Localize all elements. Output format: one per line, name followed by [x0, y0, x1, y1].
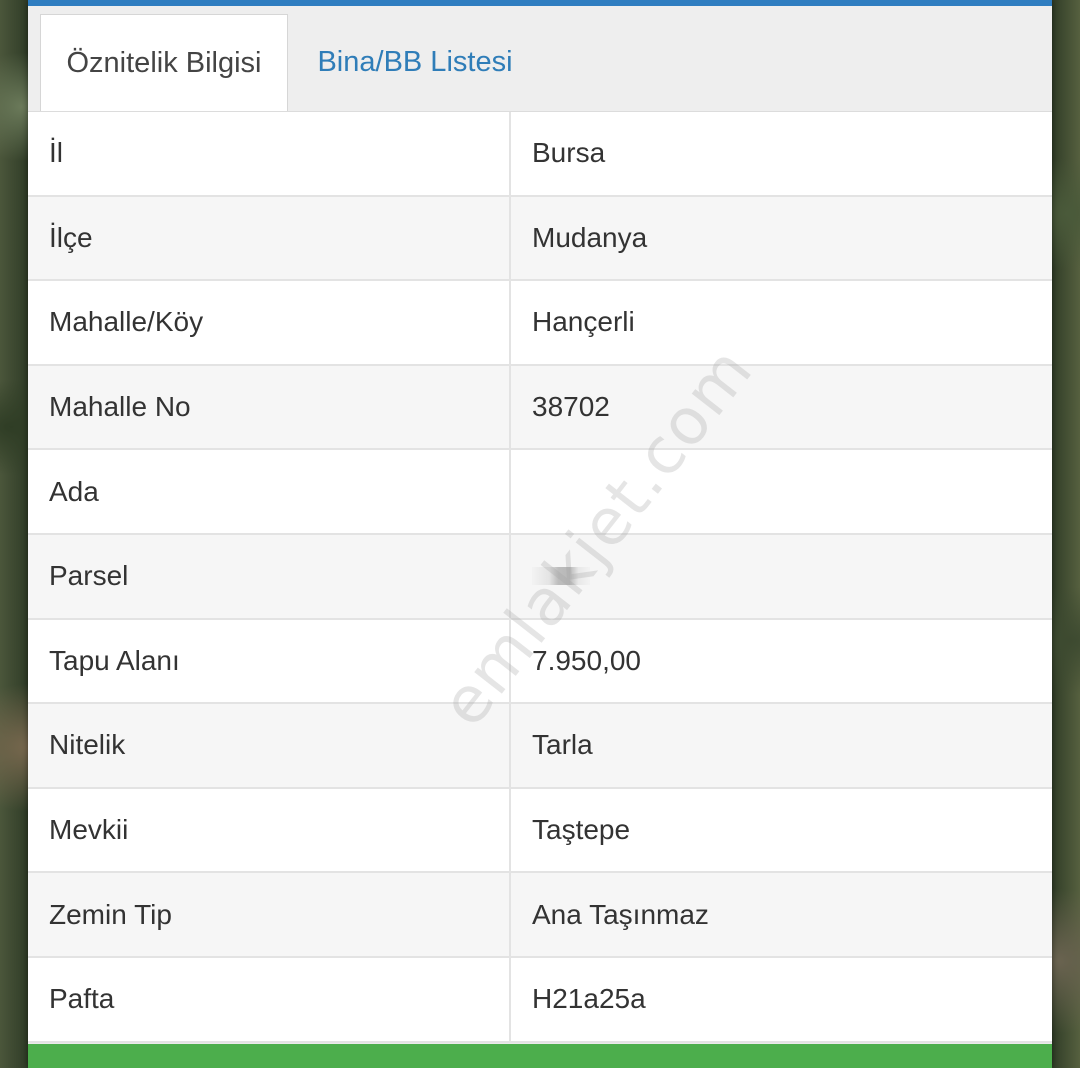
row-label: Mevkii — [28, 788, 511, 872]
row-value: Hançerli — [532, 306, 635, 338]
tab-bar: Öznitelik Bilgisi Bina/BB Listesi — [28, 6, 1052, 111]
table-row-tapu-alani: Tapu Alanı 7.950,00 — [28, 619, 1052, 705]
table-row-ilce: İlçe Mudanya — [28, 196, 1052, 282]
row-value: Tarla — [532, 729, 593, 761]
tab-attribute-info[interactable]: Öznitelik Bilgisi — [40, 14, 288, 111]
row-label: Parsel — [28, 534, 511, 618]
row-label: İlçe — [28, 196, 511, 280]
row-value: 38702 — [532, 391, 610, 423]
table-row-zemin-tip: Zemin Tip Ana Taşınmaz — [28, 873, 1052, 958]
table-row-mahalle-koy: Mahalle/Köy Hançerli — [28, 281, 1052, 366]
row-label: Zemin Tip — [28, 873, 511, 956]
row-label: İl — [28, 112, 511, 195]
table-row-pafta: Pafta H21a25a — [28, 957, 1052, 1043]
row-label: Mahalle/Köy — [28, 281, 511, 364]
row-label: Tapu Alanı — [28, 619, 511, 703]
tab-building-list[interactable]: Bina/BB Listesi — [300, 14, 530, 111]
row-label: Ada — [28, 450, 511, 533]
table-row-mahalle-no: Mahalle No 38702 — [28, 365, 1052, 451]
table-row-mevkii: Mevkii Taştepe — [28, 788, 1052, 874]
redacted-value-blur — [532, 567, 590, 586]
row-label: Nitelik — [28, 704, 511, 787]
attribute-info-panel: Öznitelik Bilgisi Bina/BB Listesi İl Bur… — [28, 0, 1052, 1068]
row-label: Pafta — [28, 957, 511, 1041]
table-row-ada: Ada — [28, 450, 1052, 535]
table-row-nitelik: Nitelik Tarla — [28, 704, 1052, 789]
attribute-table: İl Bursa İlçe Mudanya Mahalle/Köy Hançer… — [28, 111, 1052, 1043]
table-row-il: İl Bursa — [28, 112, 1052, 197]
row-value: Taştepe — [532, 814, 631, 846]
row-value: H21a25a — [532, 983, 646, 1015]
row-value: Mudanya — [532, 221, 648, 253]
row-value — [511, 450, 1052, 533]
row-value: Bursa — [532, 137, 606, 169]
row-value — [511, 535, 1052, 618]
row-label: Mahalle No — [28, 365, 511, 449]
bottom-action-bar[interactable] — [28, 1044, 1052, 1068]
row-value: 7.950,00 — [532, 644, 641, 676]
table-row-parsel: Parsel — [28, 534, 1052, 620]
row-value: Ana Taşınmaz — [532, 898, 709, 930]
